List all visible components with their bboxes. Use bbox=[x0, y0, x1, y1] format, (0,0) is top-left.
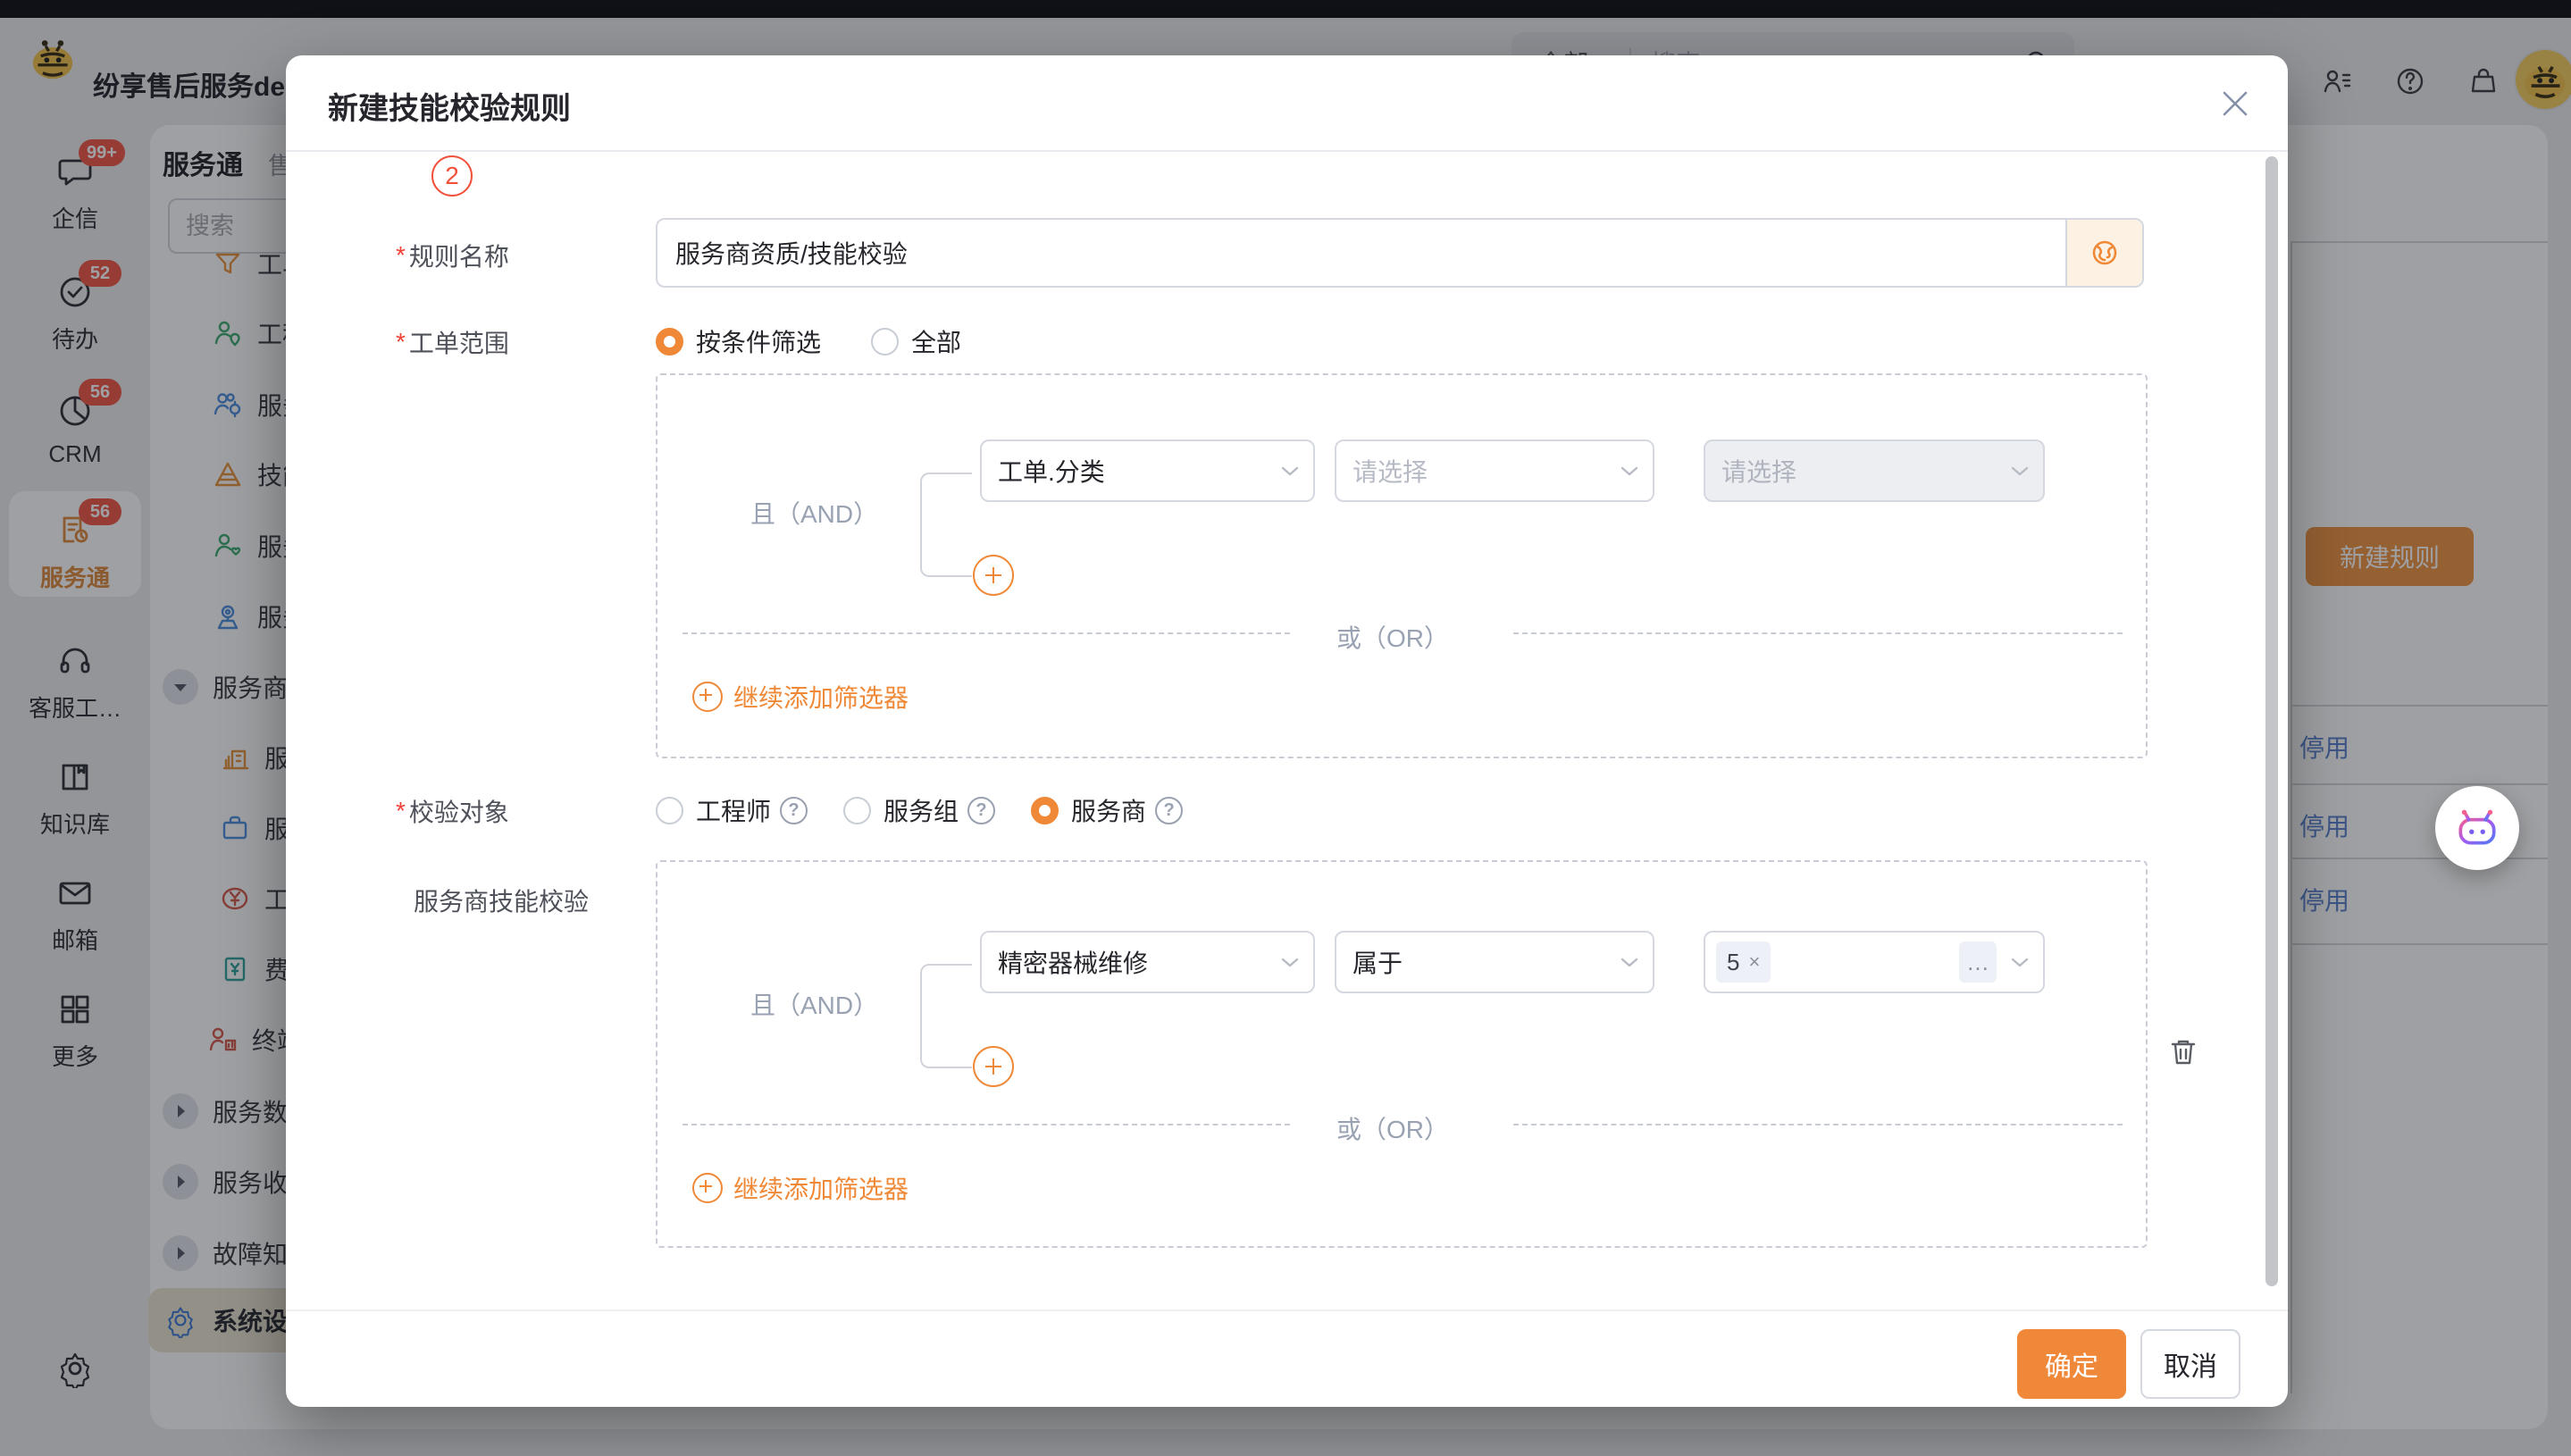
radio-label: 工程师 bbox=[696, 792, 771, 828]
required-mark: * bbox=[396, 328, 406, 356]
step-badge: 2 bbox=[431, 155, 473, 197]
dialog-footer-divider bbox=[286, 1310, 2288, 1311]
overflow-tag[interactable]: … bbox=[1959, 941, 1997, 983]
chevron-down-icon bbox=[2011, 465, 2029, 477]
cancel-button-label: 取消 bbox=[2164, 1344, 2217, 1384]
or-divider bbox=[683, 1124, 1290, 1125]
value-tag[interactable]: 5 × bbox=[1716, 941, 1771, 983]
field-select[interactable]: 工单.分类 bbox=[980, 439, 1315, 502]
field-label: 规则名称 bbox=[409, 238, 509, 273]
add-filter-link[interactable]: 继续添加筛选器 bbox=[692, 1170, 909, 1206]
condition-bracket bbox=[920, 964, 972, 1068]
operator-select[interactable]: 属于 bbox=[1335, 931, 1654, 993]
target-options: 工程师 服务组 服务商 bbox=[656, 792, 1183, 828]
confirm-button-label: 确定 bbox=[2045, 1344, 2098, 1384]
field-select-value: 工单.分类 bbox=[998, 453, 1105, 489]
question-circle-icon[interactable] bbox=[780, 797, 808, 824]
required-mark: * bbox=[396, 797, 406, 825]
chevron-down-icon bbox=[1620, 957, 1638, 968]
globe-icon[interactable] bbox=[2065, 220, 2142, 286]
dialog-title: 新建技能校验规则 bbox=[328, 84, 571, 128]
value-select-disabled[interactable]: 请选择 bbox=[1704, 439, 2045, 502]
cancel-button[interactable]: 取消 bbox=[2140, 1329, 2240, 1399]
rule-name-field bbox=[656, 218, 2144, 288]
or-divider bbox=[1513, 1124, 2123, 1125]
rule-name-input[interactable] bbox=[657, 220, 2065, 286]
robot-icon bbox=[2453, 804, 2501, 852]
scope-options: 按条件筛选 全部 bbox=[656, 323, 961, 359]
radio-service-provider[interactable] bbox=[1031, 797, 1059, 824]
filter-group-1: 且（AND） 工单.分类 请选择 请选择 或（OR） 继续添加筛选器 bbox=[656, 373, 2148, 758]
and-label: 且（AND） bbox=[750, 495, 878, 531]
skill-select-value: 精密器械维修 bbox=[998, 944, 1148, 980]
radio-service-group[interactable] bbox=[843, 797, 871, 824]
chevron-down-icon bbox=[1281, 465, 1299, 477]
add-condition-button[interactable] bbox=[973, 555, 1014, 596]
question-circle-icon[interactable] bbox=[967, 797, 995, 824]
screen: 纷享售后服务demo 全部 搜索 bbox=[0, 0, 2571, 1456]
radio-engineer[interactable] bbox=[656, 797, 683, 824]
or-divider bbox=[683, 632, 1290, 634]
ellipsis-icon: … bbox=[1966, 949, 1989, 976]
operator-placeholder: 请选择 bbox=[1352, 453, 1428, 489]
chevron-down-icon bbox=[1620, 465, 1638, 477]
add-filter-link[interactable]: 继续添加筛选器 bbox=[692, 679, 909, 715]
add-filter-label: 继续添加筛选器 bbox=[733, 1170, 909, 1206]
operator-value: 属于 bbox=[1352, 944, 1403, 980]
question-circle-icon[interactable] bbox=[1155, 797, 1183, 824]
scope-label: * 工单范围 bbox=[396, 324, 509, 360]
close-icon[interactable] bbox=[2215, 84, 2255, 123]
new-skill-rule-dialog: 新建技能校验规则 2 * 规则名称 * 工单范围 按条件筛选 全部 bbox=[286, 55, 2288, 1407]
radio-label: 全部 bbox=[911, 323, 961, 359]
operator-select[interactable]: 请选择 bbox=[1335, 439, 1654, 502]
or-divider bbox=[1513, 632, 2123, 634]
radio-all[interactable] bbox=[871, 328, 899, 356]
modal-scrollbar[interactable] bbox=[2265, 156, 2278, 1286]
skill-select[interactable]: 精密器械维修 bbox=[980, 931, 1315, 993]
radio-label: 服务商 bbox=[1071, 792, 1146, 828]
delete-group-icon[interactable] bbox=[2165, 1034, 2201, 1070]
chevron-down-icon bbox=[1281, 957, 1299, 968]
chevron-down-icon bbox=[2011, 957, 2029, 968]
add-filter-label: 继续添加筛选器 bbox=[733, 679, 909, 715]
plus-circle-icon bbox=[692, 682, 723, 712]
dialog-header-divider bbox=[286, 150, 2288, 152]
field-label: 工单范围 bbox=[409, 324, 509, 360]
radio-filter-by-condition[interactable] bbox=[656, 328, 683, 356]
value-tag-text: 5 bbox=[1727, 949, 1739, 976]
tag-remove-icon[interactable]: × bbox=[1748, 950, 1760, 974]
value-multiselect[interactable]: 5 × … bbox=[1704, 931, 2045, 993]
rule-name-label: * 规则名称 bbox=[396, 238, 509, 273]
required-mark: * bbox=[396, 241, 406, 270]
radio-label: 按条件筛选 bbox=[696, 323, 821, 359]
radio-label: 服务组 bbox=[884, 792, 959, 828]
confirm-button[interactable]: 确定 bbox=[2017, 1329, 2126, 1399]
field-label: 校验对象 bbox=[409, 793, 509, 829]
condition-bracket bbox=[920, 473, 972, 577]
step-number: 2 bbox=[445, 162, 459, 190]
or-label: 或（OR） bbox=[1336, 1110, 1449, 1146]
or-label: 或（OR） bbox=[1336, 619, 1449, 655]
filter-group-2: 且（AND） 精密器械维修 属于 5 × … 或（OR） bbox=[656, 860, 2148, 1248]
plus-circle-icon bbox=[692, 1173, 723, 1203]
provider-skill-label: 服务商技能校验 bbox=[414, 883, 589, 918]
and-label: 且（AND） bbox=[750, 986, 878, 1022]
target-label: * 校验对象 bbox=[396, 793, 509, 829]
add-condition-button[interactable] bbox=[973, 1046, 1014, 1087]
value-placeholder: 请选择 bbox=[1721, 453, 1796, 489]
assistant-robot-button[interactable] bbox=[2435, 786, 2519, 870]
